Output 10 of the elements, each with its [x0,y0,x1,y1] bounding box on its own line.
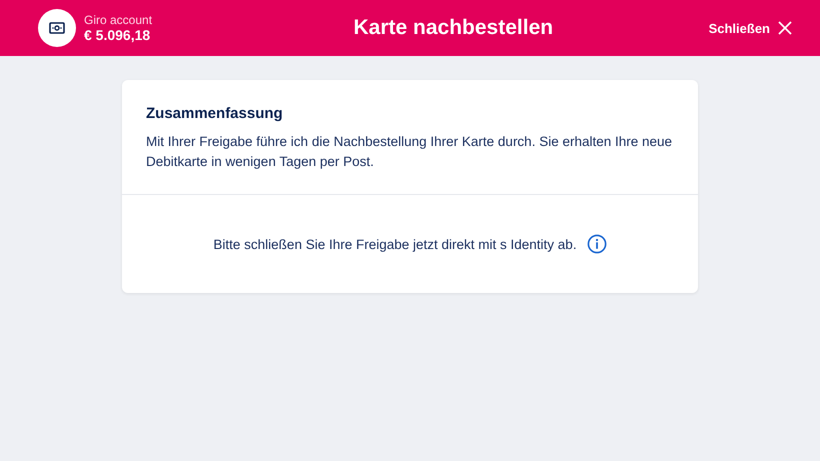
approval-text: Bitte schließen Sie Ihre Freigabe jetzt direkt mit s Identity ab. [213,236,577,252]
info-icon[interactable] [586,234,607,254]
summary-heading: Zusammenfassung [146,105,284,122]
banknote-icon [49,22,65,34]
page-title: Karte nachbestellen [352,16,554,40]
account-balance: € 5.096,18 [84,27,152,43]
close-button[interactable]: Schließen [708,20,792,36]
close-icon [778,21,792,35]
account-label: Giro account [84,13,152,27]
summary-text: Mit Ihrer Freigabe führe ich die Nachbestellung Ihrer Karte durch. Sie erhalten Ihre neue Debitkarte in wenigen Tagen per Post. [146,133,674,171]
